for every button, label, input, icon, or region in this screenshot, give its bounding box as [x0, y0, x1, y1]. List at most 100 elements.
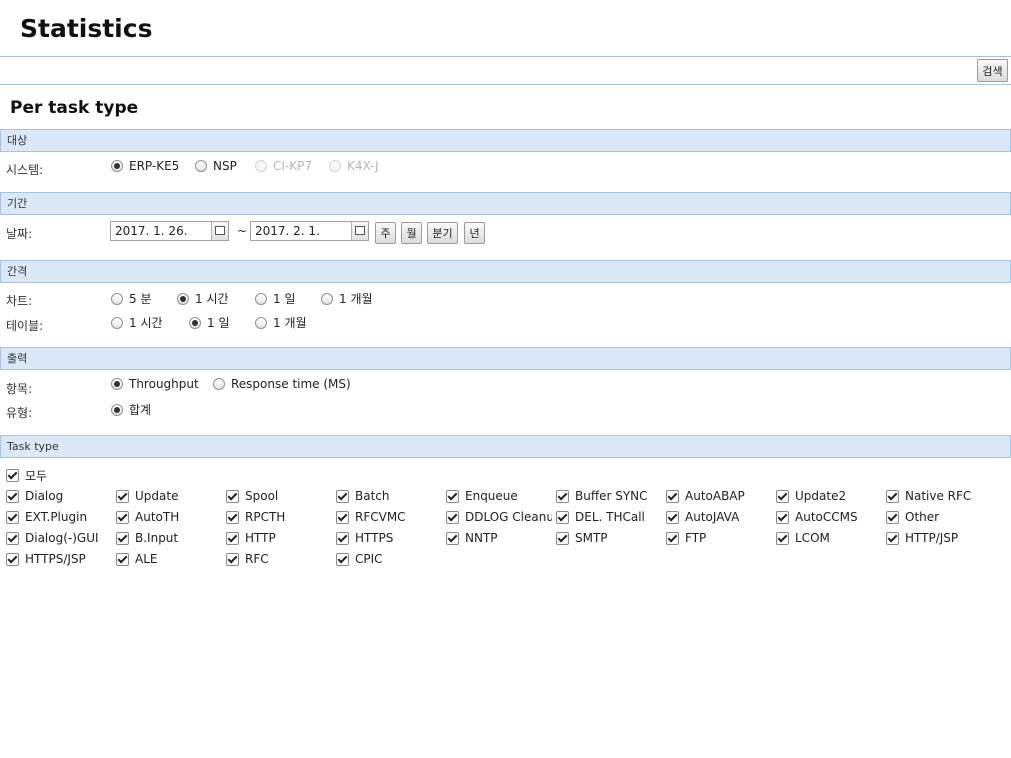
checkbox-box[interactable] [886, 489, 899, 503]
task-type-checkbox[interactable]: Update2 [776, 489, 882, 503]
checkbox-box[interactable] [116, 531, 129, 545]
item-radio-throughput[interactable]: Throughput [111, 377, 199, 391]
checkbox-box[interactable] [556, 531, 569, 545]
calendar-icon[interactable] [211, 222, 228, 240]
task-type-checkbox[interactable]: HTTPS/JSP [6, 552, 112, 566]
table-radio-1hour[interactable]: 1 시간 [111, 314, 163, 331]
item-radio-response-time[interactable]: Response time (MS) [213, 377, 351, 391]
checkbox-box[interactable] [6, 489, 19, 503]
task-type-checkbox[interactable]: Update [116, 489, 222, 503]
checkbox-box[interactable] [886, 531, 899, 545]
table-radio-1month[interactable]: 1 개월 [255, 314, 307, 331]
task-type-checkbox[interactable]: AutoCCMS [776, 510, 882, 524]
task-type-checkbox[interactable]: Other [886, 510, 992, 524]
task-type-checkbox[interactable]: Spool [226, 489, 332, 503]
chart-radio-5min[interactable]: 5 분 [111, 290, 152, 307]
checkbox-box[interactable] [776, 531, 789, 545]
task-type-checkbox[interactable]: HTTP/JSP [886, 531, 992, 545]
task-type-checkbox[interactable]: EXT.Plugin [6, 510, 112, 524]
chart-radio-1hour[interactable]: 1 시간 [177, 290, 229, 307]
date-from-input[interactable]: 2017. 1. 26. [110, 221, 229, 241]
table-radio-1day[interactable]: 1 일 [189, 314, 230, 331]
radio-circle[interactable] [177, 292, 189, 305]
checkbox-box[interactable] [116, 510, 129, 524]
radio-label: 1 시간 [195, 292, 229, 306]
task-type-checkbox[interactable]: NNTP [446, 531, 552, 545]
checkbox-box[interactable] [556, 510, 569, 524]
task-type-checkbox[interactable]: Enqueue [446, 489, 552, 503]
radio-circle[interactable] [111, 160, 123, 172]
checkbox-box[interactable] [446, 489, 459, 503]
checkbox-box[interactable] [226, 489, 239, 503]
chart-radio-1month[interactable]: 1 개월 [321, 290, 373, 307]
checkbox-box[interactable] [226, 510, 239, 524]
checkbox-box[interactable] [336, 531, 349, 545]
task-type-checkbox[interactable]: HTTPS [336, 531, 442, 545]
checkbox-box[interactable] [226, 531, 239, 545]
checkbox-box[interactable] [776, 489, 789, 503]
chart-radio-1day[interactable]: 1 일 [255, 290, 296, 307]
task-type-checkbox[interactable]: ALE [116, 552, 222, 566]
radio-circle[interactable] [195, 160, 207, 172]
task-type-checkbox[interactable]: Native RFC [886, 489, 992, 503]
task-type-checkbox[interactable]: AutoTH [116, 510, 222, 524]
radio-circle[interactable] [111, 403, 123, 416]
radio-circle[interactable] [189, 316, 201, 329]
checkbox-box[interactable] [556, 489, 569, 503]
checkbox-box[interactable] [6, 531, 19, 545]
task-type-checkbox[interactable]: AutoJAVA [666, 510, 772, 524]
week-button[interactable]: 주 [375, 222, 396, 244]
radio-circle[interactable] [111, 292, 123, 305]
radio-circle[interactable] [255, 316, 267, 329]
task-type-checkbox[interactable]: DDLOG Cleanup [446, 510, 552, 524]
year-button[interactable]: 년 [464, 222, 485, 244]
task-type-checkbox[interactable]: FTP [666, 531, 772, 545]
search-button[interactable]: 검색 [977, 59, 1008, 82]
task-type-checkbox[interactable]: B.Input [116, 531, 222, 545]
quarter-button[interactable]: 분기 [427, 222, 458, 244]
checkbox-box[interactable] [226, 552, 239, 566]
task-type-checkbox[interactable]: RFCVMC [336, 510, 442, 524]
task-type-checkbox[interactable]: Batch [336, 489, 442, 503]
radio-circle[interactable] [255, 292, 267, 305]
checkbox-box[interactable] [336, 552, 349, 566]
calendar-icon[interactable] [351, 222, 368, 240]
type-radio-sum[interactable]: 합계 [111, 401, 151, 418]
task-type-checkbox[interactable]: RFC [226, 552, 332, 566]
checkbox-box[interactable] [336, 489, 349, 503]
checkbox-box[interactable] [446, 531, 459, 545]
checkbox-box[interactable] [886, 510, 899, 524]
checkbox-box[interactable] [336, 510, 349, 524]
radio-circle[interactable] [111, 378, 123, 390]
task-type-checkbox[interactable]: Buffer SYNC [556, 489, 662, 503]
radio-circle[interactable] [213, 378, 225, 390]
checkbox-box[interactable] [666, 510, 679, 524]
checkbox-box[interactable] [6, 510, 19, 524]
checkbox-box[interactable] [6, 552, 19, 566]
task-type-checkbox[interactable]: DEL. THCall [556, 510, 662, 524]
system-radio-nsp[interactable]: NSP [195, 159, 237, 173]
task-type-checkbox[interactable]: Dialog(-)GUI [6, 531, 112, 545]
task-type-checkbox[interactable]: SMTP [556, 531, 662, 545]
task-type-checkbox[interactable]: Dialog [6, 489, 112, 503]
task-type-checkbox[interactable]: CPIC [336, 552, 442, 566]
checkbox-label: HTTPS [355, 531, 394, 545]
system-radio-erp-ke5[interactable]: ERP-KE5 [111, 159, 179, 173]
date-to-input[interactable]: 2017. 2. 1. [250, 221, 369, 241]
checkbox-box[interactable] [666, 489, 679, 503]
task-type-checkbox[interactable]: AutoABAP [666, 489, 772, 503]
radio-circle[interactable] [321, 292, 333, 305]
checkbox-label: HTTP/JSP [905, 531, 959, 545]
task-type-checkbox[interactable]: LCOM [776, 531, 882, 545]
radio-circle[interactable] [111, 316, 123, 329]
task-type-checkbox[interactable]: RPCTH [226, 510, 332, 524]
checkbox-box[interactable] [776, 510, 789, 524]
checkbox-box[interactable] [116, 489, 129, 503]
task-type-checkbox[interactable]: HTTP [226, 531, 332, 545]
checkbox-box[interactable] [666, 531, 679, 545]
month-button[interactable]: 월 [401, 222, 422, 244]
task-type-all-checkbox[interactable]: 모두 [6, 467, 112, 484]
checkbox-box[interactable] [6, 469, 19, 482]
checkbox-box[interactable] [116, 552, 129, 566]
checkbox-box[interactable] [446, 510, 459, 524]
